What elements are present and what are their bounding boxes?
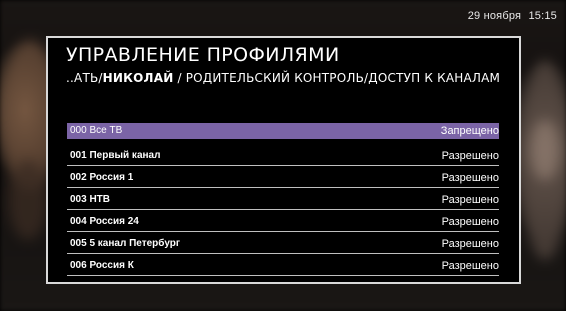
breadcrumb: ..АТЬ/НИКОЛАЙ / РОДИТЕЛЬСКИЙ КОНТРОЛЬ/ДО… (66, 71, 500, 85)
profile-management-dialog: УПРАВЛЕНИЕ ПРОФИЛЯМИ ..АТЬ/НИКОЛАЙ / РОД… (46, 36, 521, 284)
channel-list: 000 Все ТВ Запрещено 001 Первый канал Разре… (67, 123, 499, 277)
channel-name: 005 5 канал Петербург (70, 238, 181, 249)
channel-access-status: Разрешено (441, 238, 499, 250)
channel-access-status: Запрещено (440, 125, 499, 137)
channel-name: 001 Первый канал (70, 150, 161, 161)
channel-row[interactable]: 000 Все ТВ Запрещено (67, 123, 499, 139)
channel-row[interactable]: 001 Первый канал Разрешено (67, 145, 499, 166)
channel-name: 006 Россия К (70, 260, 134, 271)
date-label: 29 ноября (467, 10, 522, 22)
channel-name: 003 НТВ (70, 194, 111, 205)
breadcrumb-profile: НИКОЛАЙ (102, 71, 174, 85)
breadcrumb-prefix: ..АТЬ/ (66, 71, 103, 85)
channel-name: 002 Россия 1 (70, 172, 134, 183)
channel-row[interactable]: 003 НТВ Разрешено (67, 189, 499, 210)
channel-access-status: Разрешено (441, 260, 499, 272)
channel-access-status: Разрешено (441, 172, 499, 184)
channel-access-status: Разрешено (441, 216, 499, 228)
time-label: 15:15 (528, 10, 557, 22)
channel-name: 004 Россия 24 (70, 216, 139, 227)
page-title: УПРАВЛЕНИЕ ПРОФИЛЯМИ (66, 44, 340, 66)
tv-screen: 29 ноября 15:15 УПРАВЛЕНИЕ ПРОФИЛЯМИ ..А… (0, 0, 566, 311)
channel-name: 000 Все ТВ (70, 125, 123, 136)
channel-row[interactable]: 002 Россия 1 Разрешено (67, 167, 499, 188)
channel-row[interactable]: 006 Россия К Разрешено (67, 255, 499, 276)
channel-access-status: Разрешено (441, 194, 499, 206)
clock: 29 ноября 15:15 (468, 10, 557, 22)
channel-access-status: Разрешено (441, 150, 499, 162)
breadcrumb-path: / РОДИТЕЛЬСКИЙ КОНТРОЛЬ/ДОСТУП К КАНАЛАМ (173, 71, 501, 85)
channel-row[interactable]: 004 Россия 24 Разрешено (67, 211, 499, 232)
channel-row[interactable]: 005 5 канал Петербург Разрешено (67, 233, 499, 254)
